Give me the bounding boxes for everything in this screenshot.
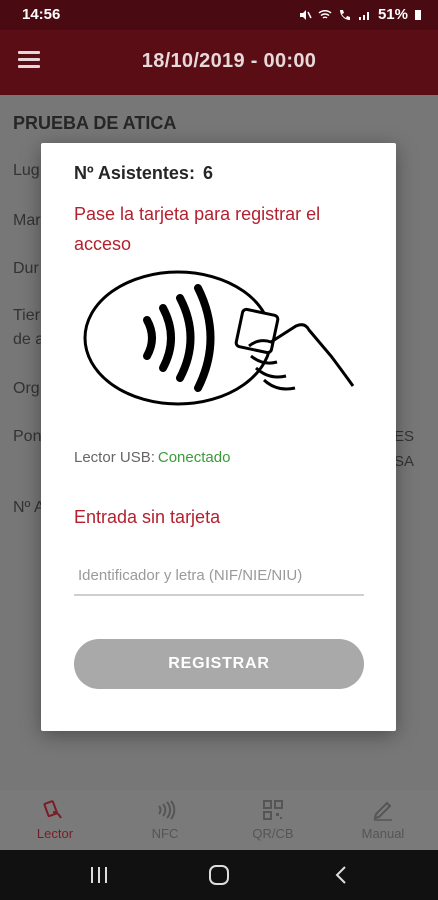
nfc-icon	[158, 800, 176, 820]
nav-label-nfc: NFC	[151, 826, 179, 841]
usb-reader-label: Lector USB:	[74, 449, 155, 466]
registration-dialog: Nº Asistentes: 6 Pase la tarjeta para reg…	[41, 143, 396, 731]
nav-item-manual[interactable]: Manual	[338, 798, 428, 841]
detail-label: Lug	[13, 162, 40, 179]
nav-item-nfc[interactable]: NFC	[120, 798, 210, 841]
detail-label: Pon	[13, 428, 42, 445]
attendee-count-label: Nº Asistentes:	[74, 163, 195, 183]
back-button[interactable]	[326, 864, 356, 886]
nav-label-lector: Lector	[36, 826, 74, 841]
battery-level: 51%	[377, 6, 408, 23]
nav-item-lector[interactable]: Lector	[10, 798, 100, 841]
recent-apps-button[interactable]	[84, 864, 114, 886]
detail-label: Nº A	[13, 499, 45, 516]
detail-label: Tier	[13, 307, 40, 324]
mute-icon	[299, 9, 312, 20]
battery-icon	[415, 9, 421, 20]
qr-code-icon	[263, 800, 283, 820]
id-number-input[interactable]	[74, 556, 364, 596]
pencil-icon	[373, 801, 392, 821]
card-reader-icon	[43, 800, 62, 819]
bottom-navigation: Lector NFC QR/CB Manual	[0, 790, 438, 850]
usb-status-value: Conectado	[157, 449, 231, 466]
call-icon	[339, 9, 350, 20]
home-button[interactable]	[204, 864, 234, 886]
register-button[interactable]: REGISTRAR	[74, 639, 364, 689]
detail-label: Dur	[13, 260, 39, 277]
event-title: PRUEBA DE ATICA	[13, 113, 177, 133]
nav-label-qr: QR/CB	[252, 826, 294, 841]
detail-label: Mar	[13, 212, 41, 229]
wifi-icon	[318, 9, 332, 19]
detail-label: de a	[13, 331, 45, 348]
usb-reader-status: Lector USB: Conectado	[74, 449, 230, 466]
manual-entry-label: Entrada sin tarjeta	[74, 507, 221, 527]
attendee-count: Nº Asistentes: 6	[74, 163, 213, 184]
status-time: 14:56	[22, 6, 61, 23]
nav-label-manual: Manual	[361, 826, 405, 841]
detail-value: ES	[393, 428, 414, 445]
attendee-count-value: 6	[202, 163, 213, 183]
system-navigation	[0, 850, 438, 900]
contactless-card-icon	[83, 270, 355, 406]
detail-label: Org	[13, 380, 40, 397]
status-bar: 14:56 51%	[0, 0, 438, 30]
detail-value: SA	[393, 453, 414, 470]
signal-icon	[358, 11, 369, 20]
page-title: 18/10/2019 - 00:00	[141, 50, 317, 72]
card-instruction: Pase la tarjeta para registrar el acceso	[74, 204, 321, 254]
status-icons: 51%	[298, 6, 422, 23]
nav-item-qr[interactable]: QR/CB	[228, 798, 318, 841]
app-bar: 18/10/2019 - 00:00	[0, 30, 438, 95]
